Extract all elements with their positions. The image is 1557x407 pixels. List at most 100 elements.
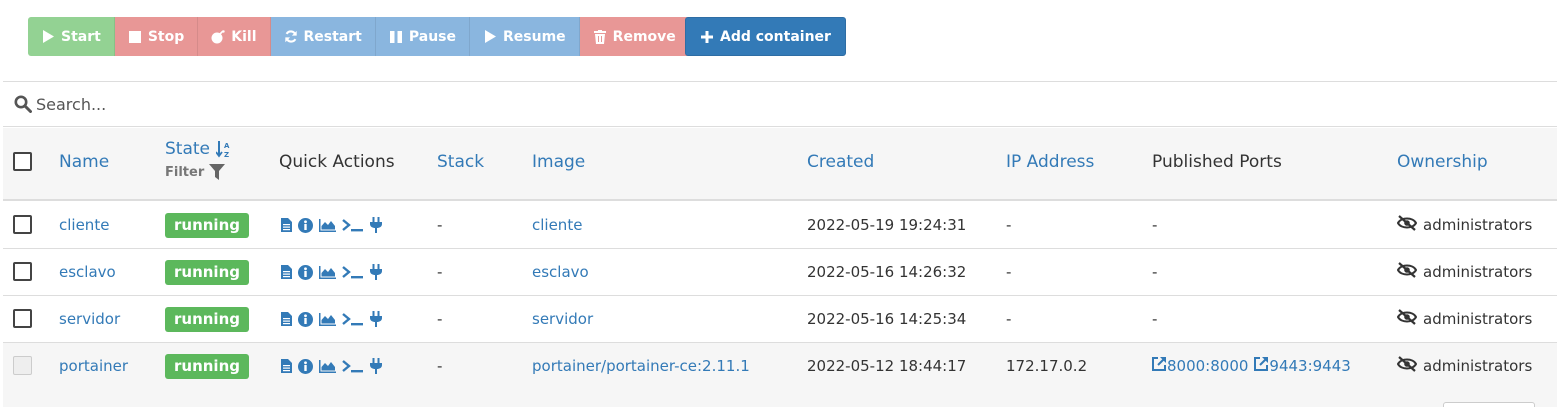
column-header-stack[interactable]: Stack xyxy=(437,152,484,172)
terminal-icon[interactable] xyxy=(342,359,364,373)
ownership-label: administrators xyxy=(1423,216,1533,234)
file-icon[interactable] xyxy=(281,218,292,232)
select-all-checkbox[interactable] xyxy=(13,152,32,171)
status-badge: running xyxy=(165,306,249,332)
plus-icon xyxy=(700,30,714,44)
play-icon xyxy=(483,30,497,44)
items-per-page-select[interactable] xyxy=(1443,402,1535,407)
row-checkbox[interactable] xyxy=(13,215,32,234)
area-chart-icon[interactable] xyxy=(319,359,336,373)
ports-cell: - xyxy=(1152,216,1158,234)
status-badge: running xyxy=(165,212,249,238)
ports-cell: - xyxy=(1152,310,1158,328)
pause-label: Pause xyxy=(408,28,456,45)
external-link-icon xyxy=(1254,357,1269,375)
kill-label: Kill xyxy=(231,28,257,45)
search-icon xyxy=(14,95,32,113)
container-name-link[interactable]: portainer xyxy=(59,343,128,389)
state-sort-link[interactable]: State xyxy=(165,139,210,159)
kill-button[interactable]: Kill xyxy=(198,17,271,56)
info-icon[interactable] xyxy=(298,264,313,280)
row-checkbox[interactable] xyxy=(13,309,32,328)
column-header-ownership[interactable]: Ownership xyxy=(1397,152,1488,172)
status-badge: running xyxy=(165,259,249,285)
port-label: 8000:8000 xyxy=(1167,357,1249,375)
plug-icon[interactable] xyxy=(370,217,382,233)
resume-label: Resume xyxy=(503,28,566,45)
stop-button[interactable]: Stop xyxy=(114,17,199,56)
filter-icon xyxy=(209,164,226,180)
image-link[interactable]: servidor xyxy=(532,296,593,342)
resume-button[interactable]: Resume xyxy=(470,17,580,56)
ip-cell: - xyxy=(1006,310,1012,328)
column-header-created[interactable]: Created xyxy=(807,152,874,172)
plug-icon[interactable] xyxy=(370,264,382,280)
restart-label: Restart xyxy=(303,28,362,45)
pause-icon xyxy=(389,30,403,44)
column-header-quick-actions: Quick Actions xyxy=(279,152,395,172)
refresh-icon xyxy=(284,30,298,44)
container-name-link[interactable]: cliente xyxy=(59,202,109,248)
ports-cell: 8000:8000 9443:9443 xyxy=(1152,343,1357,389)
eye-slash-icon xyxy=(1396,262,1423,282)
ownership-label: administrators xyxy=(1423,263,1533,281)
file-icon[interactable] xyxy=(281,265,292,279)
plug-icon[interactable] xyxy=(370,311,382,327)
area-chart-icon[interactable] xyxy=(319,312,336,326)
row-checkbox[interactable] xyxy=(13,262,32,281)
status-badge: running xyxy=(165,353,249,379)
file-icon[interactable] xyxy=(281,312,292,326)
ip-cell: - xyxy=(1006,263,1012,281)
column-header-state: State AZ Filter xyxy=(165,139,232,180)
eye-slash-icon xyxy=(1396,215,1423,235)
terminal-icon[interactable] xyxy=(342,218,364,232)
file-icon[interactable] xyxy=(281,359,292,373)
trash-icon xyxy=(593,29,607,44)
state-cell: running xyxy=(165,343,249,389)
info-icon[interactable] xyxy=(298,358,313,374)
table-header: Name State AZ Filter Quick Actions Stack… xyxy=(3,128,1557,201)
sort-alpha-icon[interactable]: AZ xyxy=(216,140,232,158)
table-row: esclavo running - esclavo 2022-05-16 14:… xyxy=(3,249,1557,296)
column-header-name[interactable]: Name xyxy=(59,152,109,172)
search-input[interactable] xyxy=(36,94,636,114)
eye-slash-icon xyxy=(1396,309,1423,329)
column-header-ip[interactable]: IP Address xyxy=(1006,152,1094,172)
plug-icon[interactable] xyxy=(370,358,382,374)
pause-button[interactable]: Pause xyxy=(375,17,470,56)
image-link[interactable]: cliente xyxy=(532,202,582,248)
container-name-link[interactable]: esclavo xyxy=(59,249,116,295)
ownership-label: administrators xyxy=(1423,310,1533,328)
bomb-icon xyxy=(211,29,225,44)
terminal-icon[interactable] xyxy=(342,312,364,326)
image-link[interactable]: esclavo xyxy=(532,249,589,295)
container-actions-toolbar: Start Stop Kill Restart Pause Resume Rem… xyxy=(28,17,690,56)
ownership-cell: administrators xyxy=(1396,343,1532,389)
ownership-cell: administrators xyxy=(1396,249,1533,295)
stack-cell: - xyxy=(437,263,443,281)
start-button[interactable]: Start xyxy=(28,17,115,56)
remove-button[interactable]: Remove xyxy=(579,17,690,56)
area-chart-icon[interactable] xyxy=(319,265,336,279)
area-chart-icon[interactable] xyxy=(319,218,336,232)
restart-button[interactable]: Restart xyxy=(270,17,376,56)
container-name-link[interactable]: servidor xyxy=(59,296,120,342)
created-cell: 2022-05-16 14:25:34 xyxy=(807,310,967,328)
port-link[interactable]: 8000:8000 xyxy=(1152,357,1248,375)
play-icon xyxy=(41,30,55,44)
quick-actions xyxy=(281,343,382,389)
add-container-button[interactable]: Add container xyxy=(685,17,846,56)
image-link[interactable]: portainer/portainer-ce:2.11.1 xyxy=(532,343,750,389)
ownership-cell: administrators xyxy=(1396,296,1533,342)
ports-cell: - xyxy=(1152,263,1158,281)
port-link[interactable]: 9443:9443 xyxy=(1254,357,1351,375)
info-icon[interactable] xyxy=(298,217,313,233)
quick-actions xyxy=(281,202,382,248)
port-label: 9443:9443 xyxy=(1269,357,1351,375)
column-header-image[interactable]: Image xyxy=(532,152,585,172)
info-icon[interactable] xyxy=(298,311,313,327)
terminal-icon[interactable] xyxy=(342,265,364,279)
ownership-cell: administrators xyxy=(1396,202,1533,248)
stack-cell: - xyxy=(437,357,443,375)
state-filter-toggle[interactable]: Filter xyxy=(165,164,232,180)
